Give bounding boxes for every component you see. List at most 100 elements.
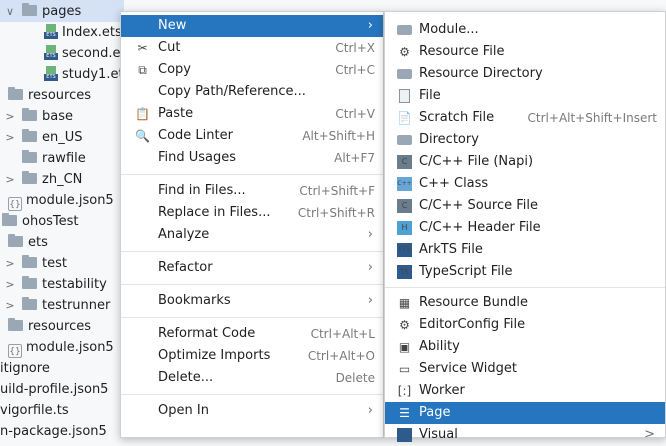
ets-file-icon	[44, 24, 58, 39]
menu-item-bookmarks[interactable]: Bookmarks ›	[121, 290, 383, 312]
tree-item-vigorfile-ts[interactable]: vigorfile.ts	[0, 400, 69, 421]
new-item-file[interactable]: File	[385, 85, 665, 107]
tree-item-label: n-package.json5	[0, 424, 107, 439]
chevron-right-icon[interactable]: >	[4, 127, 16, 148]
new-item-service-widget[interactable]: ▭ Service Widget	[385, 358, 665, 380]
tree-item-n-package-json5[interactable]: n-package.json5	[0, 421, 107, 442]
menu-item-code-linter[interactable]: 🔍 Code Linter Alt+Shift+H	[121, 125, 383, 147]
menu-item-find-in-files[interactable]: Find in Files... Ctrl+Shift+F	[121, 180, 383, 202]
new-item-c-c-header-file[interactable]: H C/C++ Header File	[385, 217, 665, 239]
chevron-right-icon[interactable]: >	[4, 295, 16, 316]
menu-item-copy-path-reference[interactable]: Copy Path/Reference...	[121, 81, 383, 103]
new-item-resource-bundle[interactable]: ▦ Resource Bundle	[385, 292, 665, 314]
menu-item-label: Copy	[158, 62, 191, 77]
tree-item-module-json5[interactable]: {} module.json5	[8, 337, 114, 358]
chevron-right-icon[interactable]: >	[4, 106, 16, 127]
menu-item-label: EditorConfig File	[419, 317, 526, 332]
clipboard-icon: 📋	[135, 107, 150, 121]
new-item-resource-directory[interactable]: Resource Directory	[385, 63, 665, 85]
menu-item-paste[interactable]: 📋 Paste Ctrl+V	[121, 103, 383, 125]
chevron-right-icon[interactable]: >	[4, 274, 16, 295]
new-item-c-class[interactable]: C++ C++ Class	[385, 173, 665, 195]
new-item-visual[interactable]: Visual >	[385, 424, 665, 446]
new-item-scratch-file[interactable]: 📄 Scratch File Ctrl+Alt+Shift+Insert	[385, 107, 665, 129]
copy-icon: ⧉	[138, 63, 147, 77]
chevron-down-icon[interactable]: ∨	[4, 1, 16, 22]
folder-icon	[22, 150, 37, 163]
tree-item-pages[interactable]: ∨ pages	[4, 1, 81, 22]
tree-item-ets[interactable]: ets	[8, 232, 48, 253]
menu-item-label: Page	[419, 405, 451, 420]
tree-item-base[interactable]: > base	[4, 106, 73, 127]
menu-item-label: Resource File	[419, 44, 505, 59]
menu-item-label: Reformat Code	[158, 326, 256, 341]
menu-item-new[interactable]: New ›	[121, 15, 383, 37]
new-item-ability[interactable]: ▣ Ability	[385, 336, 665, 358]
tree-item-testrunner[interactable]: > testrunner	[4, 295, 110, 316]
page-icon: ☰	[399, 406, 410, 420]
menu-item-label: C++ Class	[419, 176, 489, 191]
tree-item-label: testability	[42, 277, 107, 292]
tree-item-index-ets[interactable]: Index.ets	[44, 22, 122, 43]
new-item-page[interactable]: ☰ Page	[385, 402, 665, 424]
tree-item-testability[interactable]: > testability	[4, 274, 107, 295]
tree-item-label: rawfile	[42, 151, 86, 166]
menu-item-reformat-code[interactable]: Reformat Code Ctrl+Alt+L	[121, 323, 383, 345]
new-item-editorconfig-file[interactable]: ⚙ EditorConfig File	[385, 314, 665, 336]
folder-icon	[22, 276, 37, 289]
tree-item-module-json5[interactable]: {} module.json5	[8, 190, 114, 211]
menu-item-label: Replace in Files...	[158, 205, 271, 220]
tree-item-uild-profile-json5[interactable]: uild-profile.json5	[0, 379, 108, 400]
chevron-right-icon: ›	[367, 260, 373, 275]
tree-item-label: module.json5	[26, 193, 114, 208]
menu-item-refactor[interactable]: Refactor ›	[121, 257, 383, 279]
menu-item-replace-in-files[interactable]: Replace in Files... Ctrl+Shift+R	[121, 202, 383, 224]
menu-item-label: Scratch File	[419, 110, 495, 125]
new-item-module[interactable]: Module...	[385, 19, 665, 41]
new-item-arkts-file[interactable]: ETS ArkTS File	[385, 239, 665, 261]
chevron-right-icon[interactable]: >	[4, 253, 16, 274]
tree-item-resources[interactable]: resources	[8, 85, 91, 106]
folder-icon	[22, 297, 37, 310]
menu-item-shortcut: Ctrl+Alt+O	[307, 349, 375, 363]
chevron-right-icon[interactable]: >	[4, 169, 16, 190]
tree-item-en-us[interactable]: > en_US	[4, 127, 83, 148]
menu-item-label: Code Linter	[158, 128, 233, 143]
tree-item-label: testrunner	[42, 298, 111, 313]
folder-icon	[8, 234, 23, 247]
new-item-c-c-source-file[interactable]: C C/C++ Source File	[385, 195, 665, 217]
new-item-directory[interactable]: Directory	[385, 129, 665, 151]
menu-item-label: Ability	[419, 339, 460, 354]
resource-file-icon: ⚙	[399, 45, 410, 59]
menu-item-delete[interactable]: Delete... Delete	[121, 367, 383, 389]
new-submenu: Module... ⚙ Resource File Resource Director…	[384, 11, 666, 442]
tree-item-resources[interactable]: resources	[8, 316, 91, 337]
menu-item-open-in[interactable]: Open In ›	[121, 400, 383, 422]
folder-icon	[22, 171, 37, 184]
menu-item-shortcut: Ctrl+X	[335, 41, 375, 55]
menu-separator	[385, 287, 665, 288]
menu-item-analyze[interactable]: Analyze ›	[121, 224, 383, 246]
new-item-typescript-file[interactable]: TS TypeScript File	[385, 261, 665, 283]
menu-item-label: ArkTS File	[419, 242, 483, 257]
menu-item-find-usages[interactable]: Find Usages Alt+F7	[121, 147, 383, 169]
tree-item-label: base	[42, 109, 73, 124]
chevron-right-icon: ›	[367, 293, 373, 308]
tree-item-test[interactable]: > test	[4, 253, 67, 274]
ets-file-icon	[44, 45, 58, 60]
menu-separator	[121, 174, 383, 175]
tree-item-rawfile[interactable]: rawfile	[4, 148, 86, 169]
menu-item-shortcut: Alt+Shift+H	[302, 129, 375, 143]
menu-item-optimize-imports[interactable]: Optimize Imports Ctrl+Alt+O	[121, 345, 383, 367]
new-item-c-c-file-napi[interactable]: C C/C++ File (Napi)	[385, 151, 665, 173]
menu-item-cut[interactable]: ✂ Cut Ctrl+X	[121, 37, 383, 59]
tree-item-label: itignore	[0, 361, 50, 376]
tree-item-itignore[interactable]: itignore	[0, 358, 50, 379]
tree-item-ohostest[interactable]: ohosTest	[2, 211, 79, 232]
new-item-worker[interactable]: [:] Worker	[385, 380, 665, 402]
tree-item-zh-cn[interactable]: > zh_CN	[4, 169, 82, 190]
new-item-resource-file[interactable]: ⚙ Resource File	[385, 41, 665, 63]
folder-icon	[8, 87, 23, 100]
tree-item-study1-ets[interactable]: study1.ets	[44, 64, 130, 85]
menu-item-copy[interactable]: ⧉ Copy Ctrl+C	[121, 59, 383, 81]
